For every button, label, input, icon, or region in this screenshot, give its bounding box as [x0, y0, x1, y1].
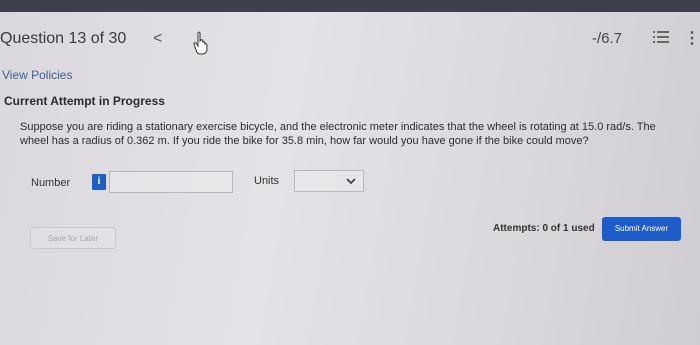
- attempts-counter: Attempts: 0 of 1 used: [493, 223, 595, 234]
- number-input[interactable]: [109, 171, 233, 193]
- question-list-icon[interactable]: [653, 30, 669, 49]
- current-attempt-label: Current Attempt in Progress: [4, 94, 165, 108]
- chevron-down-icon: [345, 174, 357, 192]
- question-title: Question 13 of 30: [0, 30, 127, 47]
- units-label: Units: [254, 175, 280, 187]
- view-policies-link[interactable]: View Policies: [2, 68, 72, 82]
- more-options-icon[interactable]: ⋮: [684, 28, 700, 48]
- submit-answer-button[interactable]: Submit Answer: [602, 217, 681, 241]
- info-icon[interactable]: i: [92, 174, 106, 190]
- number-label: Number: [31, 177, 71, 189]
- score-display: -/6.7: [592, 30, 623, 47]
- previous-question-button[interactable]: <: [153, 30, 162, 48]
- units-select[interactable]: [294, 170, 364, 192]
- save-for-later-button[interactable]: Save for Later: [30, 227, 116, 249]
- hand-cursor-icon: [193, 31, 209, 60]
- top-strip: [0, 0, 700, 12]
- question-text: Suppose you are riding a stationary exer…: [20, 121, 656, 147]
